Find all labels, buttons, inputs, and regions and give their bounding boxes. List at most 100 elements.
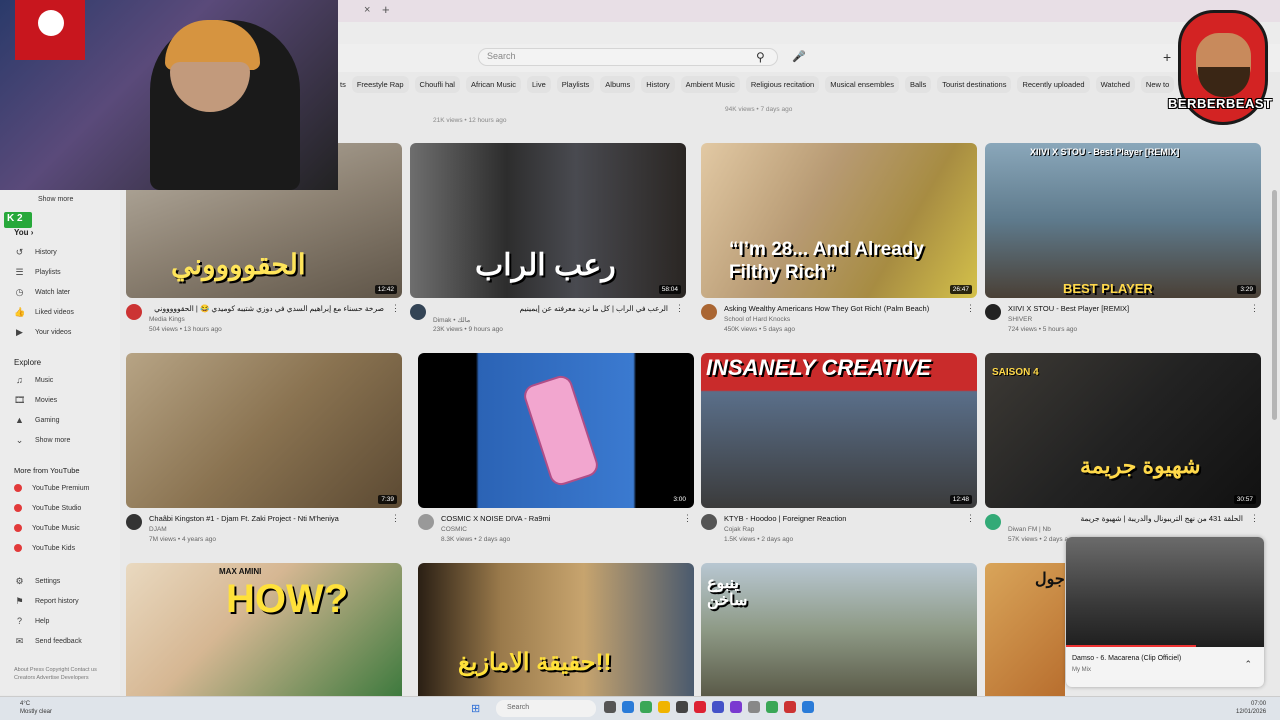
more-options-icon[interactable]: ⋮: [391, 513, 400, 524]
sidebar-item-send-feedback[interactable]: ✉ Send feedback: [14, 636, 82, 647]
chrome-icon[interactable]: [640, 701, 652, 713]
sidebar-item-history[interactable]: ↺ History: [14, 247, 57, 258]
video-channel[interactable]: Diwan FM | Nb: [1008, 526, 1051, 533]
system-clock[interactable]: 07:00 12/01/2026: [1236, 700, 1266, 716]
video-thumbnail[interactable]: “I’m 28... And Already Filthy Rich” 26:4…: [701, 143, 977, 298]
chip[interactable]: Balls: [904, 76, 932, 93]
video-thumbnail[interactable]: SAISON 4 شهيوة جريمة 30:57: [985, 353, 1261, 508]
channel-avatar[interactable]: [410, 304, 426, 320]
video-thumbnail[interactable]: ينبوع ساخن: [701, 563, 977, 696]
video-thumbnail[interactable]: INSANELY CREATIVE 12:48: [701, 353, 977, 508]
video-title[interactable]: الرعب في الراب | كل ما تريد معرفته عن إي…: [433, 304, 668, 313]
sidebar-item-liked-videos[interactable]: 👍 Liked videos: [14, 307, 74, 318]
file-explorer-icon[interactable]: [604, 701, 616, 713]
chip[interactable]: Live: [527, 76, 551, 93]
video-title[interactable]: KTYB - Hoodoo | Foreigner Reaction: [724, 514, 964, 523]
sidebar-item-youtube-studio[interactable]: YouTube Studio: [14, 504, 81, 512]
sidebar-item-gaming[interactable]: ▲ Gaming: [14, 415, 59, 426]
folder-icon[interactable]: [658, 701, 670, 713]
video-card[interactable]: INSANELY CREATIVE 12:48 KTYB - Hoodoo | …: [701, 353, 977, 549]
chip[interactable]: Choufli hal: [414, 76, 460, 93]
show-more-link[interactable]: Show more: [38, 196, 73, 203]
video-card[interactable]: ينبوع ساخن: [701, 563, 977, 696]
new-tab-icon[interactable]: +: [382, 2, 390, 17]
more-options-icon[interactable]: ⋮: [1250, 303, 1259, 314]
miniplayer-title[interactable]: Damso - 6. Macarena (Clip Officiel): [1072, 655, 1181, 662]
app-icon[interactable]: [784, 701, 796, 713]
more-options-icon[interactable]: ⋮: [966, 303, 975, 314]
sidebar-item-youtube-premium[interactable]: YouTube Premium: [14, 484, 89, 492]
video-title[interactable]: Asking Wealthy Americans How They Got Ri…: [724, 304, 964, 313]
chip[interactable]: African Music: [465, 76, 521, 93]
video-channel[interactable]: Media Kings: [149, 316, 185, 323]
video-title[interactable]: صرخة حسناء مع إبراهيم السدي في دوزي شتيب…: [149, 304, 384, 313]
miniplayer-video[interactable]: [1066, 537, 1264, 647]
video-thumbnail[interactable]: جول: [985, 563, 1065, 696]
video-card[interactable]: حقيقة الامازيغ!!: [418, 563, 694, 696]
chip[interactable]: Recently uploaded: [1017, 76, 1090, 93]
sidebar-item-report-history[interactable]: ⚑ Report history: [14, 596, 78, 607]
chip[interactable]: Playlists: [556, 76, 595, 93]
video-thumbnail[interactable]: MAX AMINI HOW?: [126, 563, 402, 696]
video-thumbnail[interactable]: 3:00: [418, 353, 694, 508]
tab-close-icon[interactable]: ×: [364, 4, 370, 16]
video-thumbnail[interactable]: 7:39: [126, 353, 402, 508]
video-thumbnail[interactable]: حقيقة الامازيغ!!: [418, 563, 694, 696]
video-channel[interactable]: DJAM: [149, 526, 167, 533]
sidebar-you-heading[interactable]: You ›: [14, 228, 33, 237]
chip[interactable]: Religious recitation: [745, 76, 820, 93]
sidebar-item-youtube-kids[interactable]: YouTube Kids: [14, 544, 75, 552]
sidebar-footer-links[interactable]: About Press Copyright Contact us Creator…: [14, 666, 114, 682]
app-icon[interactable]: [712, 701, 724, 713]
more-options-icon[interactable]: ⋮: [391, 303, 400, 314]
channel-avatar[interactable]: [126, 514, 142, 530]
sidebar-item-show-more[interactable]: ⌄ Show more: [14, 435, 71, 446]
more-options-icon[interactable]: ⋮: [683, 513, 692, 524]
chip[interactable]: Watched: [1095, 76, 1135, 93]
video-card[interactable]: 3:00 COSMIC X NOISE DIVA - Ra9mi COSMIC …: [418, 353, 694, 549]
video-card[interactable]: “I’m 28... And Already Filthy Rich” 26:4…: [701, 143, 977, 339]
taskbar-search[interactable]: Search: [496, 700, 596, 717]
app-icon[interactable]: [748, 701, 760, 713]
more-options-icon[interactable]: ⋮: [966, 513, 975, 524]
channel-avatar[interactable]: [985, 514, 1001, 530]
chip[interactable]: Musical ensembles: [825, 76, 899, 93]
video-channel[interactable]: COSMIC: [441, 526, 467, 533]
video-card[interactable]: 7:39 Chaâbi Kingston #1 - Djam Ft. Zaki …: [126, 353, 402, 549]
windows-start-icon[interactable]: ⊞: [471, 702, 480, 715]
video-card[interactable]: SAISON 4 شهيوة جريمة 30:57 الحلقة 431 من…: [985, 353, 1261, 549]
video-card[interactable]: XIIVI X STOU - Best Player [REMIX] BEST …: [985, 143, 1261, 339]
channel-avatar[interactable]: [985, 304, 1001, 320]
channel-avatar[interactable]: [126, 304, 142, 320]
miniplayer[interactable]: Damso - 6. Macarena (Clip Officiel) My M…: [1066, 537, 1264, 687]
video-card[interactable]: جول: [985, 563, 1065, 696]
video-channel[interactable]: Cojak Rap: [724, 526, 754, 533]
chevron-up-icon[interactable]: ⌃: [1244, 659, 1252, 670]
video-thumbnail[interactable]: XIIVI X STOU - Best Player [REMIX] BEST …: [985, 143, 1261, 298]
sidebar-item-movies[interactable]: 🎞 Movies: [14, 395, 57, 406]
video-card[interactable]: MAX AMINI HOW?: [126, 563, 402, 696]
video-title[interactable]: XIIVI X STOU - Best Player [REMIX]: [1008, 304, 1248, 313]
sidebar-item-your-videos[interactable]: ▶ Your videos: [14, 327, 71, 338]
video-title[interactable]: Chaâbi Kingston #1 - Djam Ft. Zaki Proje…: [149, 514, 389, 523]
sidebar-item-watch-later[interactable]: ◷ Watch later: [14, 287, 71, 298]
chip[interactable]: Ambient Music: [680, 76, 740, 93]
sidebar-item-help[interactable]: ? Help: [14, 616, 49, 627]
video-card[interactable]: رعب الراب 58:04 الرعب في الراب | كل ما ت…: [410, 143, 686, 339]
edge-icon[interactable]: [622, 701, 634, 713]
app-icon[interactable]: [694, 701, 706, 713]
video-channel[interactable]: School of Hard Knocks: [724, 316, 790, 323]
chrome-icon[interactable]: [766, 701, 778, 713]
channel-avatar[interactable]: [418, 514, 434, 530]
video-channel[interactable]: Dimak • مالك: [433, 316, 470, 324]
sidebar-item-youtube-music[interactable]: YouTube Music: [14, 524, 80, 532]
video-title[interactable]: الحلقة 431 من نهج التريبونال والدريبة | …: [1008, 514, 1243, 523]
video-thumbnail[interactable]: رعب الراب 58:04: [410, 143, 686, 298]
chip[interactable]: History: [641, 76, 675, 93]
miniplayer-progress[interactable]: [1066, 645, 1196, 647]
search-input[interactable]: [478, 48, 778, 66]
more-options-icon[interactable]: ⋮: [675, 303, 684, 314]
video-channel[interactable]: SHIVER: [1008, 316, 1032, 323]
more-options-icon[interactable]: ⋮: [1250, 513, 1259, 524]
search-icon[interactable]: ⚲: [756, 50, 765, 64]
